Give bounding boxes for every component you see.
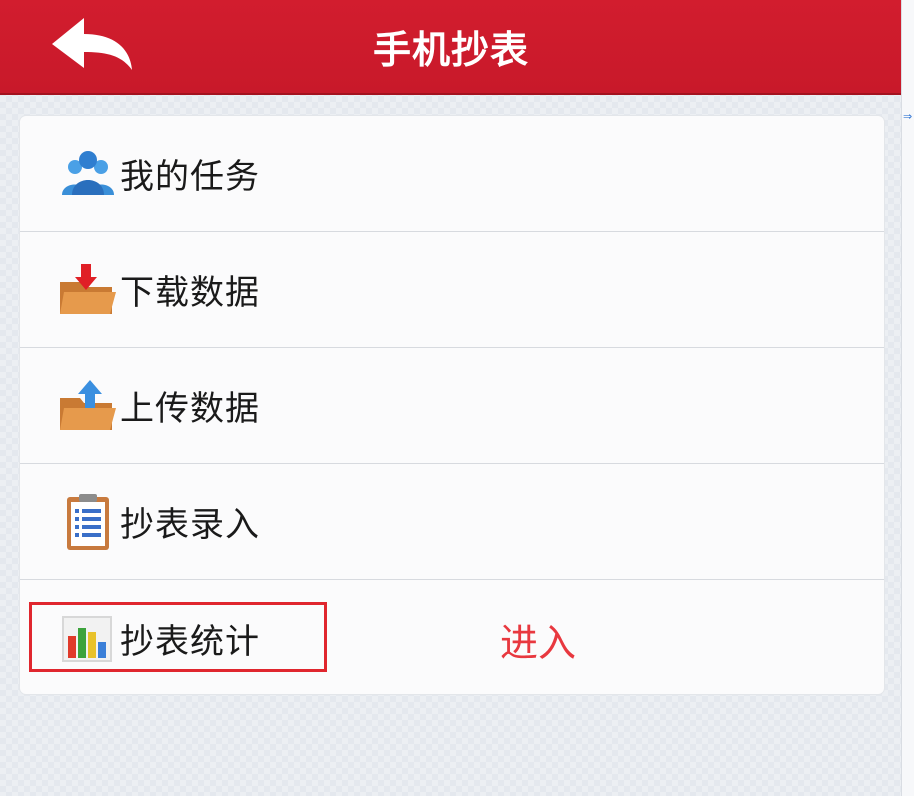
clipboard-icon: [58, 492, 118, 552]
menu-item-meter-entry[interactable]: 抄表录入: [20, 464, 884, 580]
folder-upload-icon: [58, 376, 118, 436]
menu-item-my-tasks[interactable]: 我的任务: [20, 116, 884, 232]
menu-list: 我的任务 下载数据 上传数据 抄表录入 抄表统计 进入: [20, 116, 884, 694]
menu-item-download-data[interactable]: 下载数据: [20, 232, 884, 348]
page-title: 手机抄表: [372, 28, 529, 72]
folder-download-icon: [58, 260, 118, 320]
menu-item-label: 抄表录入: [120, 505, 260, 545]
bar-chart-icon: [58, 609, 118, 669]
menu-item-label: 抄表统计: [120, 622, 260, 662]
menu-item-meter-statistics[interactable]: 抄表统计 进入: [20, 580, 884, 697]
menu-item-label: 上传数据: [120, 389, 260, 429]
menu-item-label: 我的任务: [120, 157, 260, 197]
app-header: 手机抄表: [0, 0, 902, 95]
edge-arrow-icon: ⇒: [903, 110, 913, 123]
annotation-text: 进入: [500, 621, 577, 665]
back-button[interactable]: [42, 14, 142, 78]
back-arrow-icon: [52, 18, 132, 70]
menu-item-upload-data[interactable]: 上传数据: [20, 348, 884, 464]
menu-item-label: 下载数据: [120, 273, 260, 313]
users-icon: [58, 144, 118, 204]
scrollbar[interactable]: ⇒: [901, 0, 914, 796]
